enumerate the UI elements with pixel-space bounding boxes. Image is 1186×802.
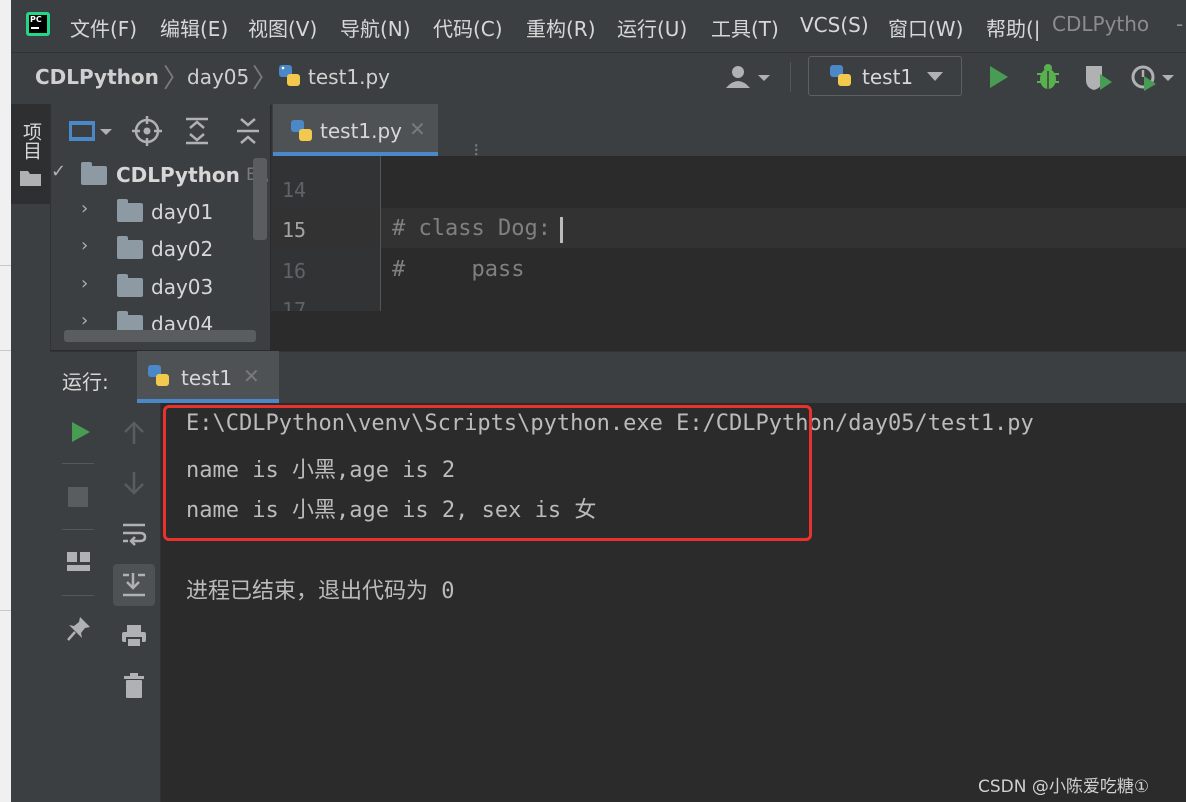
editor-tab-label: test1.py	[320, 119, 403, 143]
run-tab-label: test1	[181, 366, 233, 390]
arrow-down-icon[interactable]	[122, 470, 146, 496]
toolbar-separator	[62, 595, 94, 596]
folder-icon	[81, 162, 107, 185]
toolbar-divider	[790, 62, 791, 92]
tree-folder-label: day01	[151, 200, 214, 224]
tree-folder-row[interactable]: › day02	[51, 230, 270, 266]
collapse-all-icon[interactable]	[235, 116, 261, 146]
menu-help[interactable]: 帮助(|	[986, 13, 1039, 42]
breadcrumb-project[interactable]: CDLPython	[35, 65, 159, 89]
soft-wrap-icon[interactable]	[121, 521, 147, 547]
breadcrumb-file[interactable]: test1.py	[308, 65, 390, 89]
code-line: # class Dog:	[392, 216, 551, 241]
layout-icon[interactable]	[66, 551, 92, 575]
menu-view[interactable]: 视图(V)	[248, 13, 317, 42]
tree-horizontal-scrollbar[interactable]	[64, 330, 256, 342]
pin-icon[interactable]	[66, 615, 92, 643]
edge-mark	[0, 350, 11, 351]
expand-all-icon[interactable]	[184, 116, 210, 146]
run-panel-label: 运行:	[62, 370, 109, 394]
breadcrumb-separator-icon: 〉	[252, 64, 279, 94]
window-title: CDLPytho	[1052, 12, 1150, 36]
line-number: 17	[282, 298, 307, 311]
tree-vertical-scrollbar[interactable]	[253, 158, 267, 240]
menu-vcs[interactable]: VCS(S)	[800, 13, 869, 37]
menu-run[interactable]: 运行(U)	[617, 13, 687, 42]
arrow-up-icon[interactable]	[122, 420, 146, 446]
rerun-icon[interactable]	[69, 420, 93, 444]
edge-mark	[0, 610, 11, 611]
folder-icon	[20, 171, 41, 186]
python-config-icon	[148, 365, 169, 386]
line-number: 15	[282, 218, 307, 242]
chevron-down-icon	[927, 72, 943, 81]
tree-folder-label: day02	[151, 237, 214, 261]
checkmark-icon: ✓	[51, 161, 67, 182]
code-line: # pass	[392, 257, 525, 282]
editor-spacer	[271, 311, 1186, 351]
tree-root-label: CDLPython	[116, 163, 240, 187]
chevron-right-icon[interactable]: ›	[81, 273, 88, 294]
chevron-right-icon[interactable]: ›	[81, 235, 88, 256]
pycharm-logo-icon: PC	[26, 12, 50, 36]
tree-folder-row[interactable]: › day01	[51, 193, 270, 229]
menu-edit[interactable]: 编辑(E)	[160, 13, 228, 42]
python-file-icon	[279, 65, 300, 86]
window-left-edge	[0, 0, 11, 802]
tree-folder-label: day03	[151, 275, 214, 299]
folder-icon	[117, 199, 143, 222]
chevron-right-icon[interactable]: ›	[81, 310, 88, 331]
menu-window[interactable]: 窗口(W)	[888, 13, 963, 42]
project-tree: ✓ CDLPython E:\ › day01 › day02 › day03 …	[51, 156, 270, 350]
menu-file[interactable]: 文件(F)	[70, 13, 137, 42]
edge-mark	[0, 265, 11, 266]
left-tool-stripe	[11, 104, 51, 802]
watermark: CSDN @小陈爱吃糖①	[978, 777, 1150, 797]
console-line-exit: 进程已结束，退出代码为 0	[186, 579, 455, 604]
menu-code[interactable]: 代码(C)	[433, 13, 503, 42]
locate-icon[interactable]	[132, 116, 162, 146]
tree-root-row[interactable]: ✓ CDLPython E:\	[51, 156, 270, 192]
profile-icon[interactable]	[1130, 64, 1176, 92]
toolbar-separator	[62, 529, 94, 530]
folder-icon	[117, 274, 143, 297]
print-icon[interactable]	[121, 623, 147, 649]
chevron-right-icon[interactable]: ›	[81, 198, 88, 219]
gutter-divider	[380, 156, 381, 311]
code-line-partial: ⁝	[430, 140, 480, 161]
line-number-clip: 17	[271, 296, 380, 311]
vcs-user-icon[interactable]	[724, 64, 774, 90]
folder-icon	[117, 236, 143, 259]
toolbar-separator	[62, 463, 94, 464]
run-with-coverage-icon[interactable]	[1084, 64, 1114, 92]
line-number: 14	[282, 178, 307, 202]
trash-icon[interactable]	[123, 672, 145, 700]
tree-folder-row[interactable]: › day03	[51, 268, 270, 304]
text-caret	[560, 217, 563, 243]
menu-navigate[interactable]: 导航(N)	[340, 13, 411, 42]
project-view-selector-icon[interactable]	[68, 118, 118, 144]
menu-refactor[interactable]: 重构(R)	[526, 13, 596, 42]
window-title-overflow: -	[1176, 12, 1184, 36]
scroll-to-end-icon	[123, 573, 145, 597]
debug-icon[interactable]	[1034, 62, 1062, 92]
annotation-highlight-box	[163, 405, 812, 541]
breadcrumb-folder[interactable]: day05	[187, 65, 249, 89]
run-icon[interactable]	[986, 64, 1010, 90]
close-tab-icon[interactable]: ✕	[409, 117, 426, 141]
python-file-icon	[291, 120, 312, 141]
python-config-icon	[830, 65, 851, 86]
stop-icon[interactable]	[68, 487, 88, 507]
close-tab-icon[interactable]: ✕	[243, 364, 260, 388]
menu-tools[interactable]: 工具(T)	[711, 13, 779, 42]
line-number: 16	[282, 259, 307, 283]
breadcrumb-separator-icon: 〉	[163, 64, 190, 94]
run-config-name: test1	[862, 65, 914, 89]
project-tool-label: 项目	[20, 122, 42, 160]
